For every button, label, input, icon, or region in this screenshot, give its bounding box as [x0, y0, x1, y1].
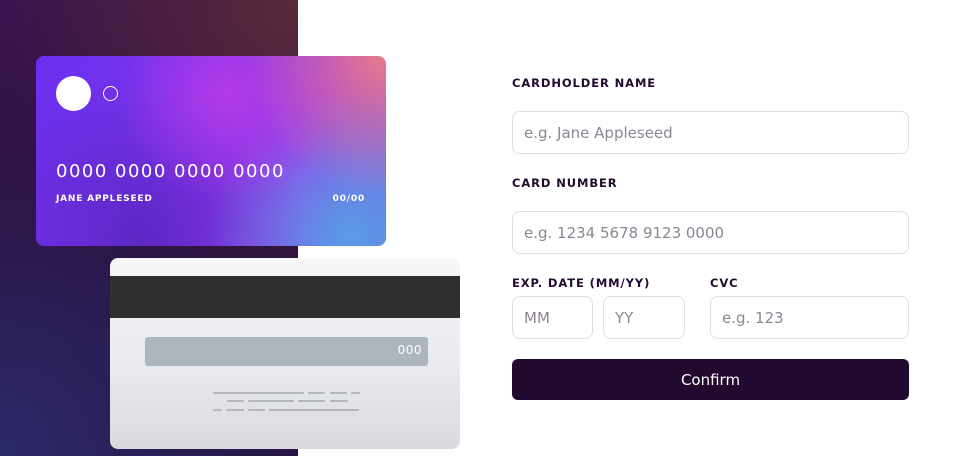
magnetic-stripe [110, 276, 460, 318]
card-cvc-display: 000 [397, 343, 422, 357]
cvc-label: CVC [710, 276, 739, 290]
exp-year-input[interactable] [603, 296, 685, 339]
card-expiry-display: 00/00 [332, 194, 365, 204]
card-number-input[interactable] [512, 211, 909, 254]
exp-date-label: EXP. DATE (MM/YY) [512, 276, 651, 290]
cardholder-name-label: CARDHOLDER NAME [512, 76, 657, 90]
card-number-label: CARD NUMBER [512, 176, 618, 190]
cardholder-name-input[interactable] [512, 111, 909, 154]
confirm-button[interactable]: Confirm [512, 359, 909, 400]
card-logo-outline-circle [103, 86, 118, 101]
signature-strip: 000 [145, 337, 428, 366]
exp-month-input[interactable] [512, 296, 593, 339]
card-logo-filled-circle [56, 76, 91, 111]
cardholder-name-display: JANE APPLESEED [56, 194, 153, 204]
card-number-display: 0000 0000 0000 0000 [56, 161, 285, 182]
card-front: 0000 0000 0000 0000 JANE APPLESEED 00/00 [36, 56, 386, 246]
card-back: 000 [110, 258, 460, 449]
cvc-input[interactable] [710, 296, 909, 339]
